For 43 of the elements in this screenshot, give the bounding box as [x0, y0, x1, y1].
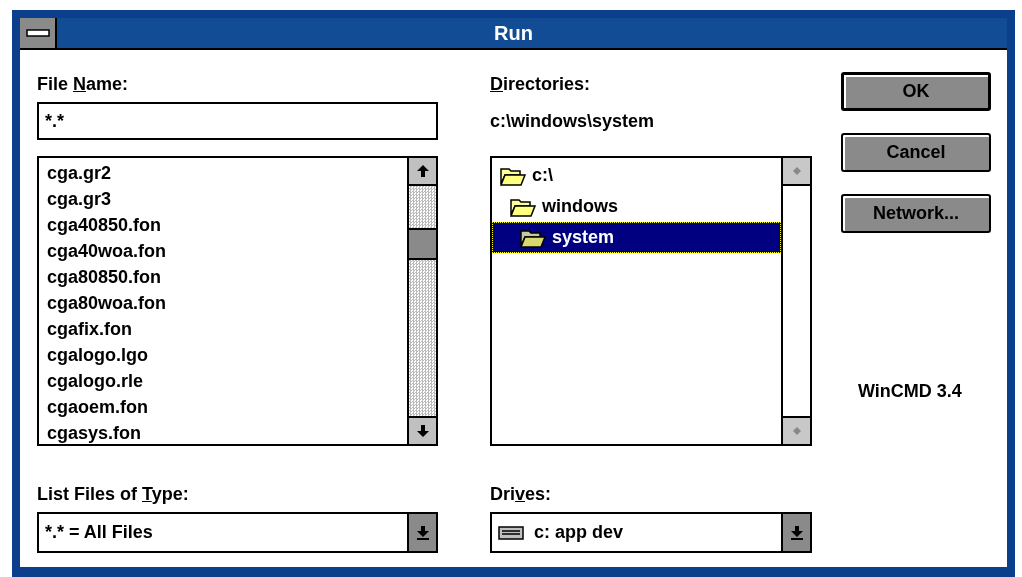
file-item[interactable]: cga.gr2: [47, 160, 407, 186]
directories-label: Directories:: [490, 73, 592, 96]
version-text: WinCMD 3.4: [858, 380, 963, 403]
open-folder-icon: [510, 196, 536, 217]
drive-dropdown[interactable]: c: app dev: [490, 512, 812, 553]
file-name-field[interactable]: *.*: [37, 102, 438, 140]
drive-icon: [498, 525, 524, 540]
open-folder-icon: [520, 227, 546, 248]
scroll-down-button[interactable]: [409, 416, 436, 444]
menu-icon: [25, 29, 50, 37]
scroll-thumb[interactable]: [409, 228, 436, 260]
current-path: c:\windows\system: [490, 109, 656, 133]
directory-item[interactable]: windows: [492, 191, 781, 222]
scrollbar[interactable]: [407, 158, 436, 444]
dialog-button[interactable]: OK: [841, 72, 991, 111]
open-folder-icon: [500, 165, 526, 186]
diamond-icon: [792, 427, 801, 435]
file-name-label: File Name:: [37, 73, 130, 96]
drives-label: Drives:: [490, 483, 553, 506]
file-item[interactable]: cgasys.fon: [47, 420, 407, 446]
up-arrow-icon: [416, 165, 429, 177]
file-item[interactable]: cga40850.fon: [47, 212, 407, 238]
file-item[interactable]: cga80woa.fon: [47, 290, 407, 316]
file-item[interactable]: cga.gr3: [47, 186, 407, 212]
down-arrow-icon: [416, 425, 429, 437]
file-item[interactable]: cga80850.fon: [47, 264, 407, 290]
directory-item[interactable]: c:\: [492, 160, 781, 191]
dialog-button[interactable]: Cancel: [841, 133, 991, 172]
dialog-button[interactable]: Network...: [841, 194, 991, 233]
file-type-label: List Files of Type:: [37, 483, 190, 506]
file-item[interactable]: cgalogo.rle: [47, 368, 407, 394]
diamond-icon: [792, 167, 801, 175]
file-item[interactable]: cgaoem.fon: [47, 394, 407, 420]
down-arrow-icon: [790, 525, 803, 540]
down-arrow-icon: [416, 525, 429, 540]
file-item[interactable]: cgalogo.lgo: [47, 342, 407, 368]
file-item[interactable]: cga40woa.fon: [47, 238, 407, 264]
system-menu-button[interactable]: [20, 18, 57, 48]
file-type-dropdown[interactable]: *.* = All Files: [37, 512, 438, 553]
file-item[interactable]: cgafix.fon: [47, 316, 407, 342]
scroll-up-button[interactable]: [409, 158, 436, 186]
window-title: Run: [493, 21, 534, 45]
directory-item[interactable]: system: [492, 222, 781, 253]
